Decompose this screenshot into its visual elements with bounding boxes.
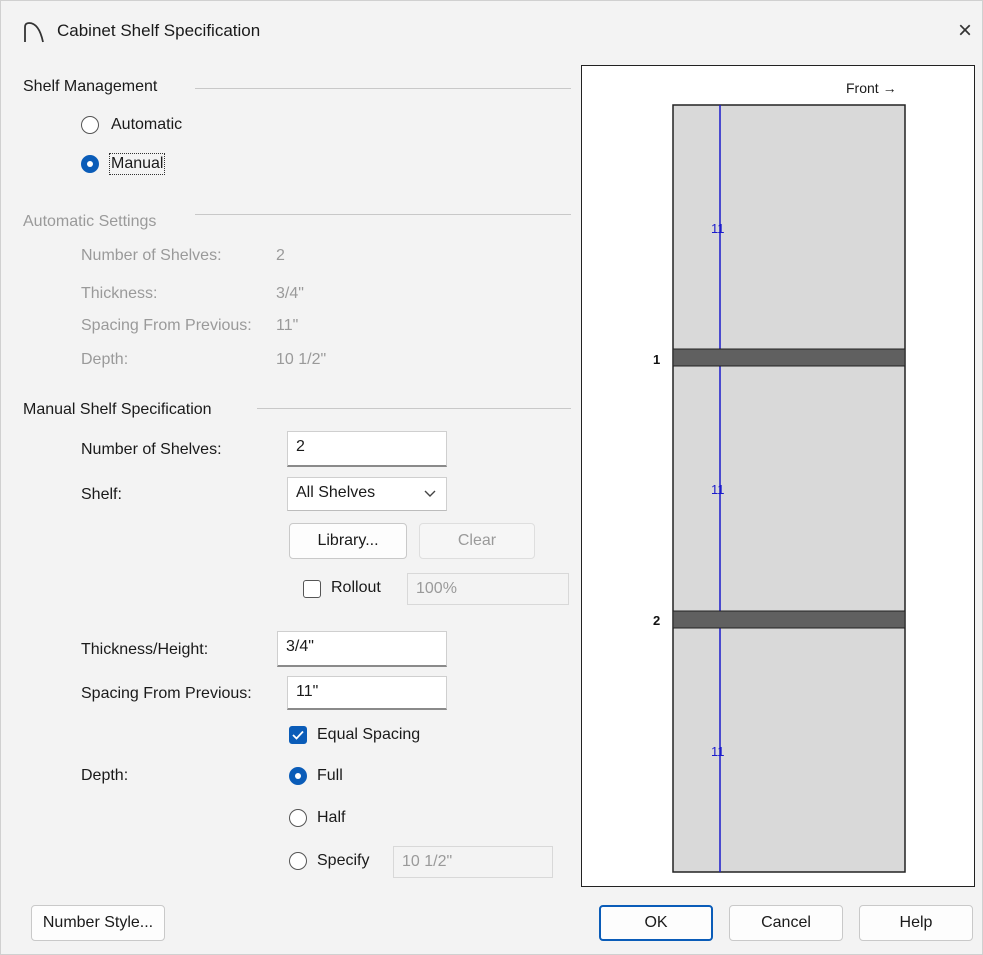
equal-spacing-label: Equal Spacing [317,726,421,743]
radio-specify-indicator[interactable] [289,852,307,870]
thickness-input[interactable]: 3/4" [277,631,447,667]
spacing-label-3: 11 [711,744,725,759]
section-divider [195,88,571,89]
manual-spec-title: Manual Shelf Specification [23,401,212,418]
radio-specify-label: Specify [317,852,370,869]
auto-spacing-label: Spacing From Previous: [81,317,252,334]
shelf-number-1: 1 [653,352,660,367]
radio-full-label: Full [317,767,343,784]
auto-thickness-value: 3/4" [276,285,304,302]
shelf-select-value: All Shelves [296,484,376,501]
rollout-checkbox-box[interactable] [303,580,321,598]
rollout-label: Rollout [331,579,381,596]
shelf-1 [672,348,906,367]
arch-icon [24,22,44,43]
radio-full-indicator[interactable] [289,767,307,785]
shelf-2 [672,610,906,629]
cabinet-drawing: 11 11 11 1 2 [653,104,906,873]
auto-thickness-label: Thickness: [81,285,158,302]
section-divider [195,214,571,215]
spacing-label: Spacing From Previous: [81,685,252,702]
radio-manual-indicator[interactable] [81,155,99,173]
radio-manual[interactable]: Manual [81,153,241,177]
radio-depth-specify[interactable]: Specify [289,852,394,874]
window-title: Cabinet Shelf Specification [57,21,261,40]
auto-depth-value: 10 1/2" [276,351,327,368]
spacing-input[interactable]: 11" [287,676,447,710]
shelf-label: Shelf: [81,486,122,503]
help-button[interactable]: Help [859,905,973,941]
auto-shelves-label: Number of Shelves: [81,247,222,264]
thickness-label: Thickness/Height: [81,641,209,658]
cabinet-shelf-dialog: Cabinet Shelf Specification × Shelf Mana… [0,0,983,955]
shelf-management-title: Shelf Management [23,78,158,95]
cancel-button[interactable]: Cancel [729,905,843,941]
shelf-select[interactable]: All Shelves [287,477,447,511]
spacing-label-1: 11 [711,221,725,236]
equal-spacing-checkbox-box[interactable] [289,726,307,744]
radio-manual-label: Manual [108,153,166,175]
radio-depth-full[interactable]: Full [289,767,409,789]
depth-label: Depth: [81,767,129,784]
radio-depth-half[interactable]: Half [289,809,409,831]
section-divider [257,408,571,409]
spacing-label-2: 11 [711,482,725,497]
radio-automatic[interactable]: Automatic [81,116,241,138]
shelf-number-2: 2 [653,613,660,628]
shelf-preview: Front → 11 11 11 1 2 [581,65,975,887]
rollout-percent-input: 100% [407,573,569,605]
radio-half-indicator[interactable] [289,809,307,827]
number-of-shelves-label: Number of Shelves: [81,441,222,458]
radio-half-label: Half [317,809,346,826]
automatic-settings-title: Automatic Settings [23,213,157,230]
number-of-shelves-input[interactable]: 2 [287,431,447,467]
clear-button: Clear [419,523,535,559]
auto-shelves-value: 2 [276,247,285,264]
number-style-button[interactable]: Number Style... [31,905,165,941]
auto-depth-label: Depth: [81,351,129,368]
close-icon[interactable]: × [951,17,979,45]
rollout-checkbox[interactable]: Rollout [303,579,413,601]
library-button[interactable]: Library... [289,523,407,559]
radio-automatic-label: Automatic [111,116,183,133]
ok-button[interactable]: OK [599,905,713,941]
equal-spacing-checkbox[interactable]: Equal Spacing [289,726,449,748]
radio-automatic-indicator[interactable] [81,116,99,134]
cabinet-box [672,104,906,873]
specify-depth-input: 10 1/2" [393,846,553,878]
title-bar: Cabinet Shelf Specification × [1,1,983,61]
chevron-down-icon [424,490,436,497]
auto-spacing-value: 11" [276,317,299,334]
checkmark-icon [292,730,304,740]
